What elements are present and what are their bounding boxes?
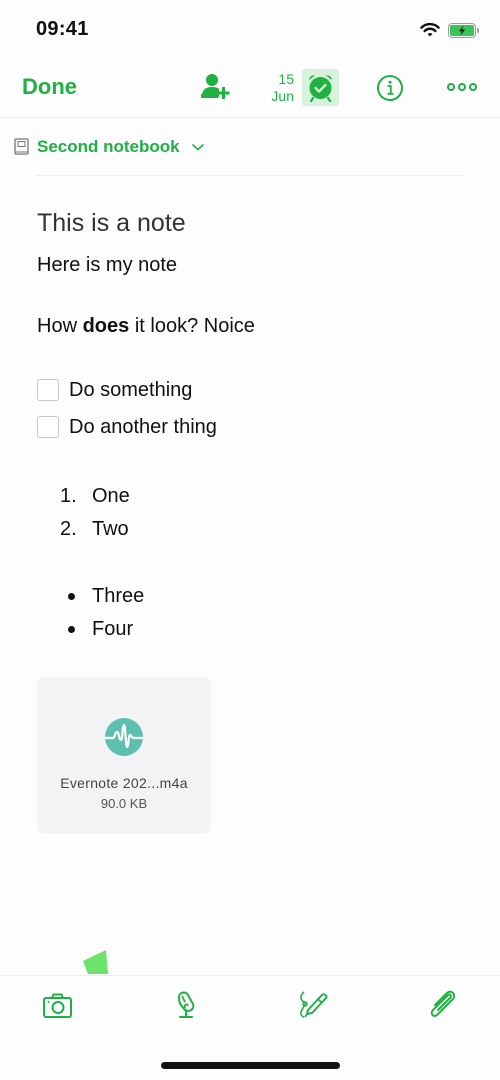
microphone-icon[interactable] xyxy=(170,990,202,1020)
alarm-clock-check-icon xyxy=(309,75,332,102)
bold-text: does xyxy=(82,315,130,337)
notebook-icon xyxy=(14,138,29,155)
bullet-list-item[interactable]: Three xyxy=(60,583,144,609)
checkbox[interactable] xyxy=(37,379,59,401)
reminder-button[interactable] xyxy=(302,69,339,106)
attachment-name: Evernote 202...m4a xyxy=(60,775,188,791)
checkbox[interactable] xyxy=(37,416,59,438)
reminder-date[interactable]: 15 Jun xyxy=(262,71,294,105)
audio-attachment[interactable]: Evernote 202...m4a 90.0 KB xyxy=(37,677,211,834)
paperclip-icon[interactable] xyxy=(426,990,458,1020)
reminder-month: Jun xyxy=(271,88,294,104)
sketch-pen-icon[interactable] xyxy=(298,990,330,1020)
ordered-list-item[interactable]: 2. Two xyxy=(60,516,129,542)
battery-charging-icon xyxy=(448,23,479,38)
camera-icon[interactable] xyxy=(42,990,74,1020)
wifi-icon xyxy=(420,22,440,37)
list-number: 1. xyxy=(60,484,77,507)
chevron-down-icon xyxy=(191,144,204,151)
note-paragraph[interactable]: How does it look? Noice xyxy=(37,315,255,338)
text-run: How xyxy=(37,315,83,337)
note-title[interactable]: This is a note xyxy=(37,209,186,238)
attachment-size: 90.0 KB xyxy=(100,796,148,811)
more-horizontal-icon[interactable] xyxy=(446,80,478,94)
checklist-label[interactable]: Do another thing xyxy=(69,416,217,439)
reminder-day: 15 xyxy=(278,71,294,87)
info-icon[interactable] xyxy=(376,74,404,102)
note-toolbar: Done 15 Jun xyxy=(0,60,500,118)
checklist-label[interactable]: Do something xyxy=(69,379,192,402)
list-number: 2. xyxy=(60,517,77,540)
status-time: 09:41 xyxy=(36,18,89,40)
list-text: One xyxy=(92,484,130,507)
list-text: Four xyxy=(92,617,134,640)
bullet-list-item[interactable]: Four xyxy=(60,616,133,642)
bottom-toolbar xyxy=(0,975,500,1035)
bullet xyxy=(60,585,92,608)
notebook-selector[interactable]: Second notebook xyxy=(14,133,205,161)
checklist-item: Do something xyxy=(37,377,192,403)
list-text: Two xyxy=(92,517,129,540)
text-run: it look? Noice xyxy=(129,315,255,337)
list-text: Three xyxy=(92,584,145,607)
divider xyxy=(37,175,463,176)
done-button[interactable]: Done xyxy=(22,74,77,100)
home-indicator[interactable] xyxy=(161,1062,340,1069)
note-paragraph[interactable]: Here is my note xyxy=(37,254,177,277)
audio-waveform-icon xyxy=(104,718,144,756)
ordered-list-item[interactable]: 1. One xyxy=(60,483,130,509)
notebook-name: Second notebook xyxy=(37,137,180,156)
checklist-item: Do another thing xyxy=(37,414,217,440)
status-bar: 09:41 xyxy=(0,0,500,58)
bullet xyxy=(60,618,92,641)
add-person-icon[interactable] xyxy=(200,72,232,102)
drag-handle[interactable] xyxy=(82,946,110,974)
